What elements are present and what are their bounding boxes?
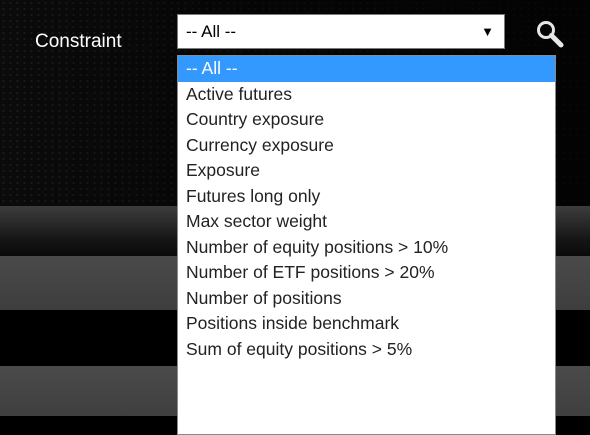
constraint-label: Constraint: [35, 31, 122, 52]
dropdown-option[interactable]: Number of equity positions > 10%: [178, 235, 555, 261]
dropdown-arrow-icon: ▼: [481, 24, 494, 39]
dropdown-option[interactable]: Currency exposure: [178, 133, 555, 159]
dropdown-option[interactable]: Country exposure: [178, 107, 555, 133]
dropdown-option[interactable]: Number of positions: [178, 286, 555, 312]
dropdown-option[interactable]: Exposure: [178, 158, 555, 184]
dropdown-option[interactable]: -- All --: [178, 56, 555, 82]
dropdown-option[interactable]: Sum of equity positions > 5%: [178, 337, 555, 363]
dropdown-option[interactable]: Active futures: [178, 82, 555, 108]
constraint-select[interactable]: -- All -- ▼: [177, 14, 505, 49]
dropdown-option[interactable]: Max sector weight: [178, 209, 555, 235]
dropdown-option[interactable]: Futures long only: [178, 184, 555, 210]
dropdown-option[interactable]: Positions inside benchmark: [178, 311, 555, 337]
search-icon[interactable]: [533, 18, 569, 52]
constraint-select-value: -- All --: [186, 22, 237, 41]
constraint-options-list: -- All -- Active futures Country exposure C…: [177, 55, 556, 435]
dropdown-option[interactable]: Number of ETF positions > 20%: [178, 260, 555, 286]
